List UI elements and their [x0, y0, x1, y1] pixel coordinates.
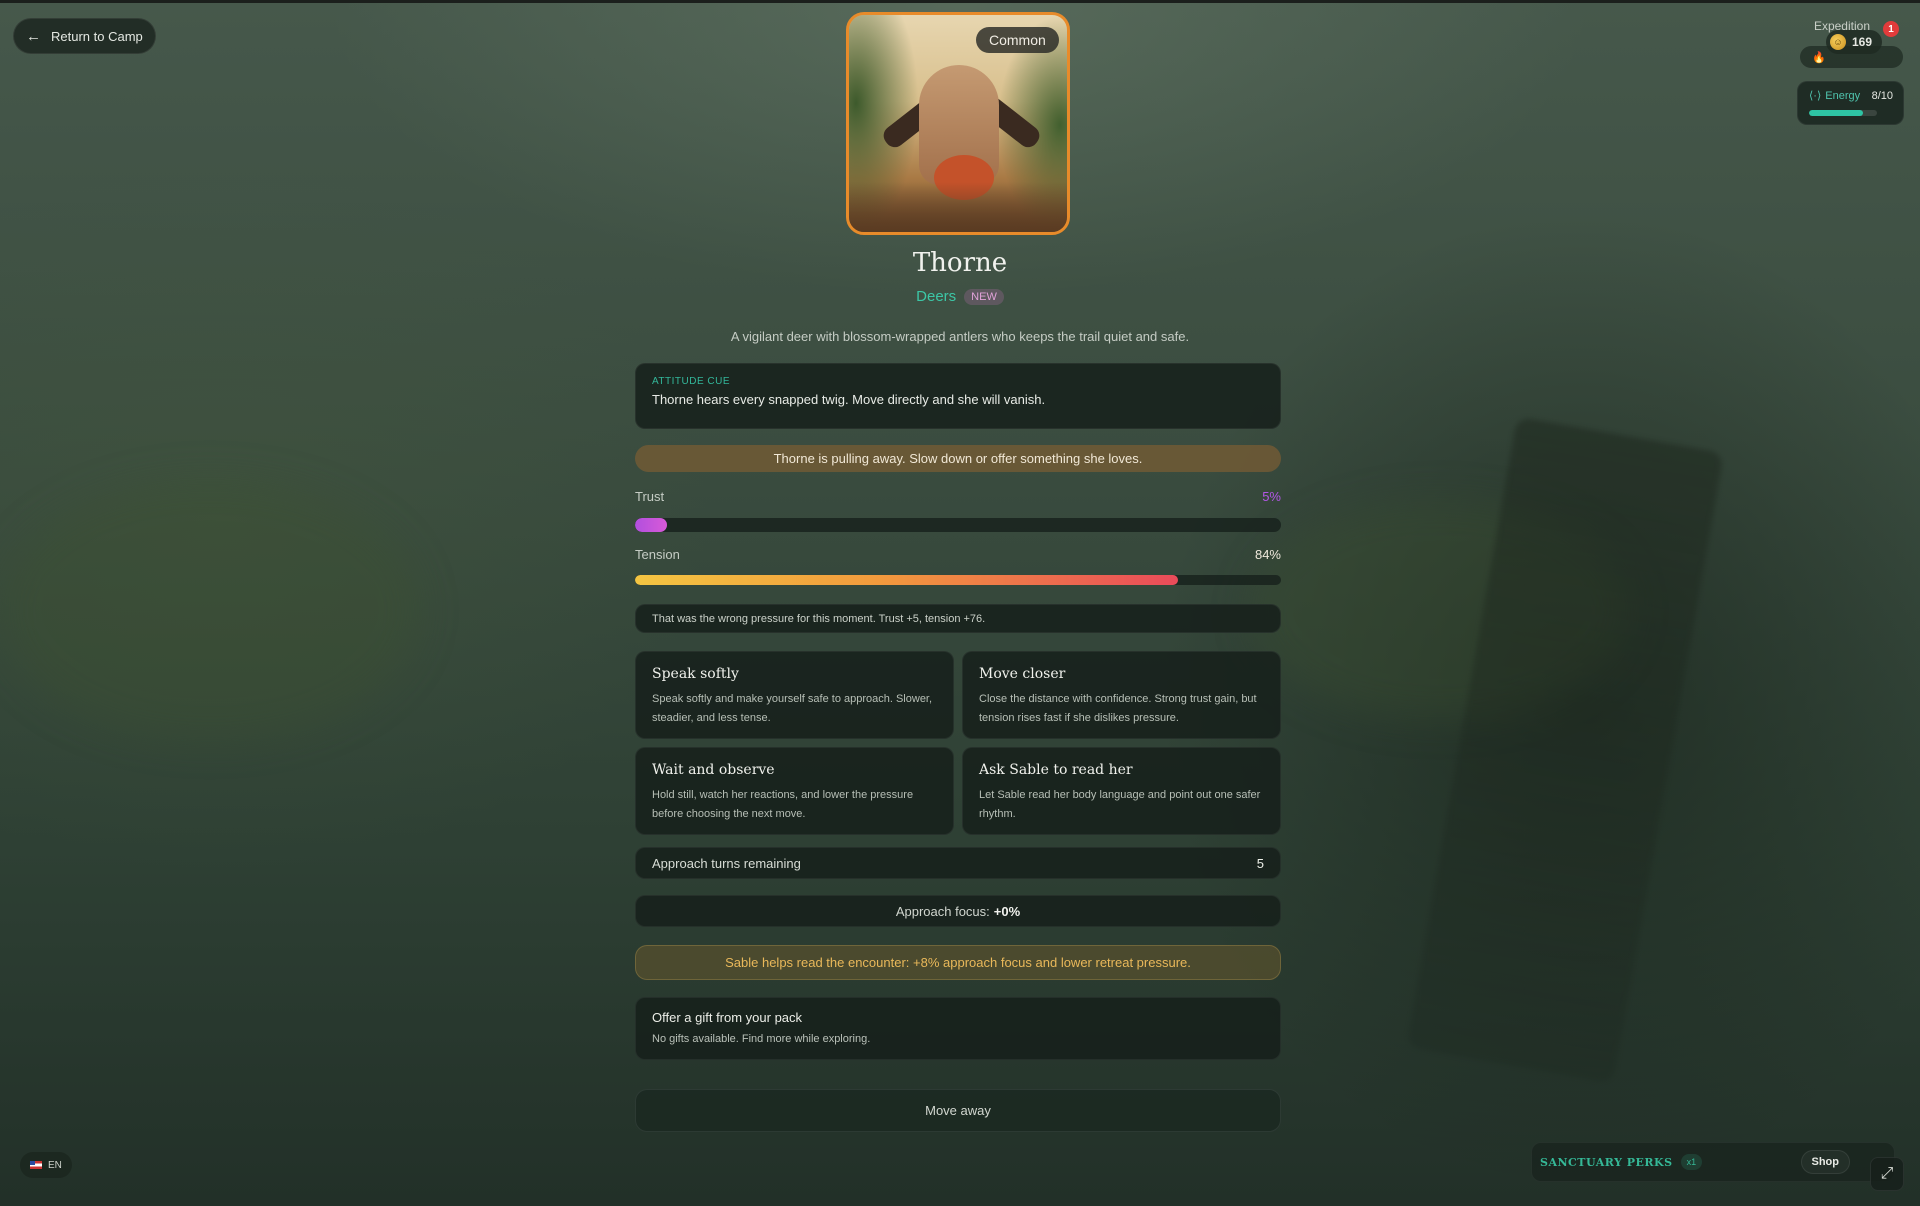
energy-value: 8/10 [1871, 89, 1893, 102]
gift-title: Offer a gift from your pack [652, 1010, 803, 1025]
action-description: Speak softly and make yourself safe to a… [652, 693, 933, 724]
species-row: Deers NEW [0, 288, 1920, 305]
sable-hint: Sable helps read the encounter: +8% appr… [635, 945, 1281, 980]
notification-badge[interactable]: 1 [1883, 21, 1899, 37]
background-bush [0, 480, 420, 740]
action-title: Ask Sable to read her [979, 762, 1133, 778]
expand-icon: ⤢ [1880, 1165, 1894, 1182]
energy-label-group: ⟨·⟩ Energy [1809, 89, 1861, 103]
offer-gift-card[interactable]: Offer a gift from your pack No gifts ava… [635, 997, 1281, 1060]
language-code: EN [48, 1159, 62, 1171]
sanctuary-perks-label: SANCTUARY PERKS [1540, 1155, 1673, 1169]
energy-card: ⟨·⟩ Energy 8/10 [1797, 81, 1904, 125]
approach-focus-value: +0% [993, 903, 1021, 919]
fullscreen-toggle[interactable]: ⤢ [1870, 1157, 1904, 1191]
action-feedback: That was the wrong pressure for this mom… [635, 604, 1281, 633]
trust-value: 5% [1262, 489, 1281, 504]
arrow-left-icon: ← [26, 27, 41, 45]
trust-label: Trust [635, 489, 665, 504]
shop-button[interactable]: Shop [1800, 1150, 1850, 1174]
ask-sable-button[interactable]: Ask Sable to read her Let Sable read her… [962, 747, 1281, 835]
wait-and-observe-button[interactable]: Wait and observe Hold still, watch her r… [635, 747, 954, 835]
retreat-warning: Thorne is pulling away. Slow down or off… [635, 445, 1281, 472]
approach-focus-label: Approach focus: [895, 903, 990, 919]
us-flag-icon [30, 1161, 42, 1169]
approach-turns-label: Approach turns remaining [652, 855, 801, 871]
approach-turns-row: Approach turns remaining 5 [635, 847, 1281, 879]
creature-species: Deers [916, 288, 957, 305]
attitude-cue-card: ATTITUDE CUE Thorne hears every snapped … [635, 363, 1281, 429]
action-title: Speak softly [652, 666, 739, 682]
action-description: Hold still, watch her reactions, and low… [652, 789, 914, 820]
tension-meter-header: Tension 84% [635, 547, 1281, 562]
tension-value: 84% [1254, 547, 1281, 562]
action-description: Close the distance with confidence. Stro… [979, 693, 1257, 724]
tension-bar [635, 575, 1281, 585]
move-away-button[interactable]: Move away [635, 1089, 1281, 1132]
language-selector[interactable]: EN [20, 1152, 72, 1178]
coin-count: 169 [1852, 35, 1873, 49]
action-grid: Speak softly Speak softly and make yours… [635, 651, 1281, 835]
speak-softly-button[interactable]: Speak softly Speak softly and make yours… [635, 651, 954, 739]
trust-meter-header: Trust 5% [635, 489, 1281, 504]
return-to-camp-button[interactable]: ← Return to Camp [13, 18, 156, 54]
energy-bar-fill [1809, 110, 1864, 116]
trust-bar-fill [635, 518, 668, 532]
move-closer-button[interactable]: Move closer Close the distance with conf… [962, 651, 1281, 739]
energy-label: Energy [1825, 89, 1861, 102]
action-title: Move closer [979, 666, 1066, 682]
rarity-badge: Common [976, 27, 1059, 53]
trust-bar [635, 518, 1281, 532]
energy-bar [1809, 110, 1877, 116]
flame-icon: 🔥 [1812, 51, 1826, 64]
tension-bar-fill [635, 575, 1178, 585]
perks-count-badge: x1 [1680, 1154, 1703, 1170]
top-edge [0, 0, 1920, 3]
return-to-camp-label: Return to Camp [51, 28, 143, 44]
gift-description: No gifts available. Find more while expl… [652, 1033, 871, 1045]
coin-icon: ☺ [1830, 34, 1846, 50]
action-title: Wait and observe [652, 762, 775, 778]
attitude-cue-label: ATTITUDE CUE [652, 376, 731, 387]
sanctuary-perks-bar: SANCTUARY PERKS x1 Shop [1531, 1142, 1895, 1182]
approach-turns-value: 5 [1256, 855, 1264, 871]
approach-focus-row: Approach focus: +0% [635, 895, 1281, 927]
portrait-ground [849, 182, 1067, 232]
action-description: Let Sable read her body language and poi… [979, 789, 1261, 820]
attitude-cue-text: Thorne hears every snapped twig. Move di… [652, 392, 1046, 407]
new-badge: NEW [964, 288, 1004, 305]
tension-label: Tension [635, 547, 680, 562]
energy-icon: ⟨·⟩ [1809, 90, 1822, 102]
creature-name: Thorne [912, 248, 1008, 278]
coin-counter[interactable]: ☺ 169 [1826, 30, 1883, 54]
creature-description: A vigilant deer with blossom-wrapped ant… [730, 329, 1190, 344]
